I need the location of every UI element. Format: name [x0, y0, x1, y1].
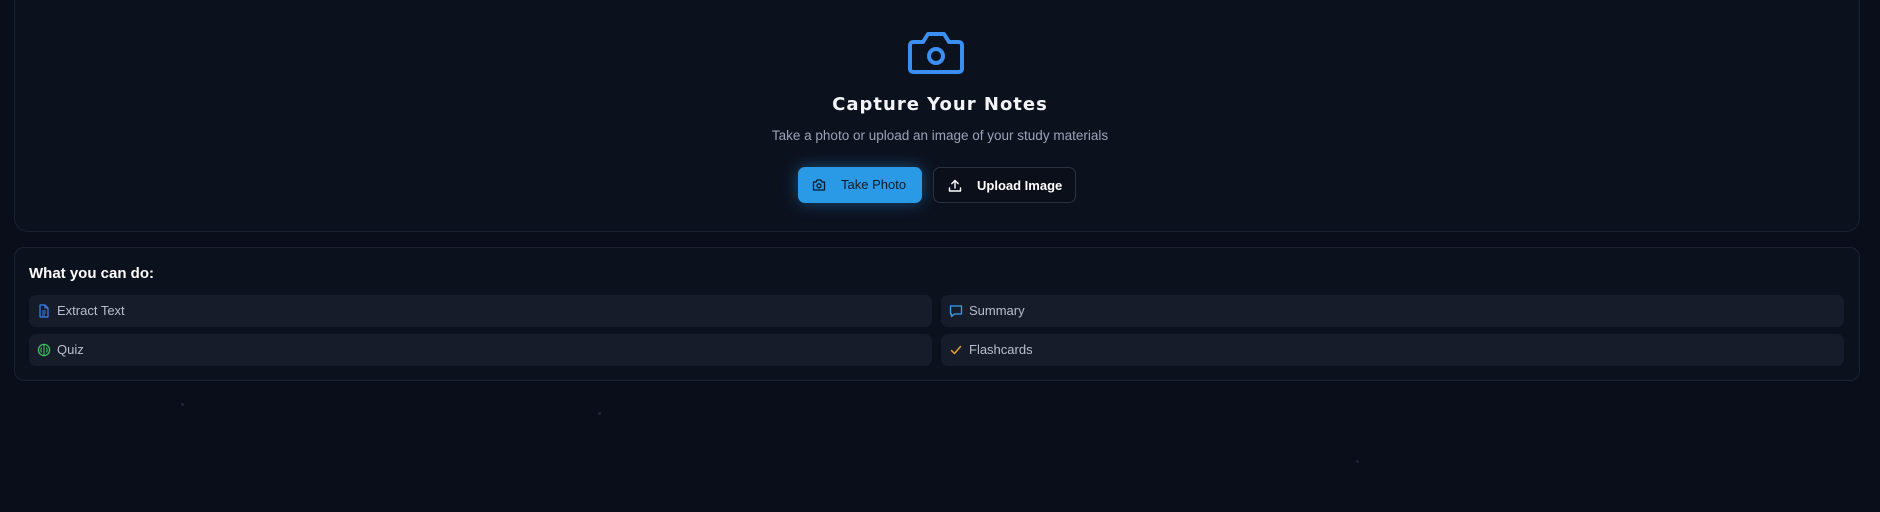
chat-bubble-icon — [949, 305, 963, 318]
camera-icon — [812, 179, 826, 191]
page: Capture Your Notes Take a photo or uploa… — [0, 0, 1880, 512]
take-photo-button[interactable]: Take Photo — [798, 167, 922, 203]
features-title: What you can do: — [29, 265, 154, 282]
feature-summary[interactable]: Summary — [941, 295, 1844, 327]
take-photo-label: Take Photo — [841, 177, 907, 192]
feature-label: Extract Text — [57, 303, 125, 318]
camera-icon — [908, 32, 964, 74]
upload-image-button[interactable]: Upload Image — [933, 167, 1076, 203]
feature-flashcards[interactable]: Flashcards — [941, 334, 1844, 366]
feature-extract-text[interactable]: Extract Text — [29, 295, 932, 327]
feature-label: Summary — [969, 303, 1025, 318]
capture-subtitle: Take a photo or upload an image of your … — [771, 128, 1109, 143]
document-icon — [39, 304, 49, 318]
feature-quiz[interactable]: Quiz — [29, 334, 932, 366]
feature-label: Quiz — [57, 342, 84, 357]
background-star — [181, 403, 184, 406]
capture-title: Capture Your Notes — [832, 94, 1048, 115]
background-star — [1356, 460, 1359, 463]
background-star — [598, 412, 601, 415]
upload-icon — [948, 179, 962, 192]
check-icon — [950, 345, 962, 355]
upload-image-label: Upload Image — [977, 178, 1063, 193]
brain-icon — [37, 343, 51, 357]
feature-label: Flashcards — [969, 342, 1033, 357]
